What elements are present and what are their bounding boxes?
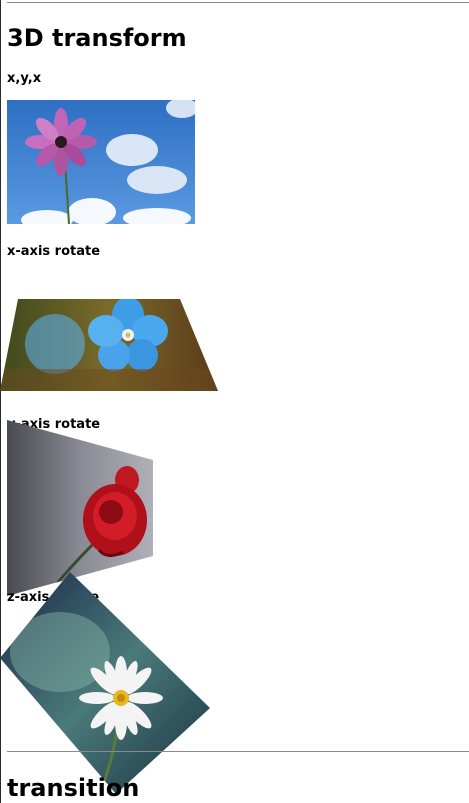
red-rose-image <box>7 420 153 596</box>
section-title-transition: transition <box>7 774 140 802</box>
section-divider-2 <box>7 751 469 752</box>
example-label-x-axis-rotate: x-axis rotate <box>7 244 101 259</box>
example-label-xyx: x,y,x <box>7 71 42 86</box>
section-title-3d-transform: 3D transform <box>7 24 187 52</box>
cosmos-flower-image <box>7 100 195 224</box>
blue-flower-image <box>0 299 218 391</box>
section-divider <box>7 2 469 3</box>
white-daisy-image <box>0 572 212 794</box>
